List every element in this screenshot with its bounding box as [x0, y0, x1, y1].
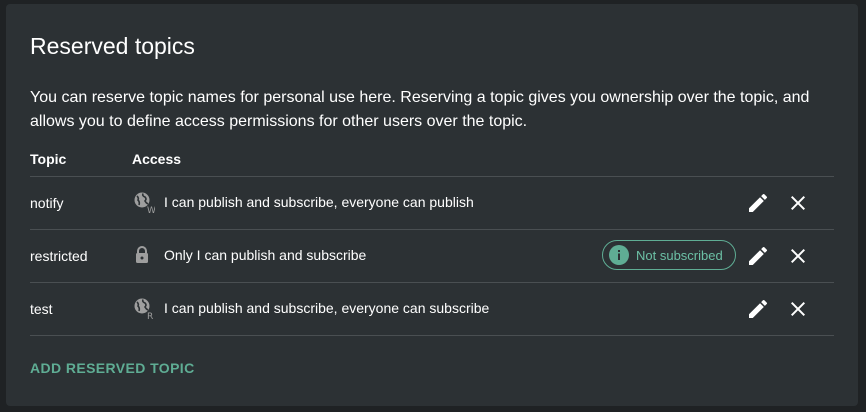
edit-icon[interactable]	[746, 297, 770, 321]
table-row: restricted Only I can publish and subscr…	[30, 230, 834, 283]
edit-icon[interactable]	[746, 244, 770, 268]
topic-name: test	[30, 301, 53, 317]
close-icon[interactable]	[786, 191, 810, 215]
reserved-topics-table: Topic Access notify W I can publish and …	[30, 144, 834, 336]
topic-name: restricted	[30, 248, 88, 264]
reserved-topics-card: Reserved topics You can reserve topic na…	[6, 4, 858, 406]
column-header-topic: Topic	[30, 151, 67, 167]
edit-icon[interactable]	[746, 191, 770, 215]
lock-icon	[133, 245, 155, 267]
table-header: Topic Access	[30, 144, 834, 177]
access-badge: R	[147, 312, 153, 320]
add-reserved-topic-button[interactable]: ADD RESERVED TOPIC	[30, 360, 195, 376]
access-description: I can publish and subscribe, everyone ca…	[164, 300, 490, 316]
topic-name: notify	[30, 195, 64, 211]
chip-label: Not subscribed	[636, 248, 723, 263]
table-row: test R I can publish and subscribe, ever…	[30, 283, 834, 336]
card-description: You can reserve topic names for personal…	[30, 89, 810, 130]
globe-write-icon: W	[133, 192, 155, 214]
access-description: I can publish and subscribe, everyone ca…	[164, 194, 474, 210]
info-icon	[609, 245, 629, 265]
card-title: Reserved topics	[30, 33, 195, 59]
close-icon[interactable]	[786, 244, 810, 268]
not-subscribed-chip: Not subscribed	[602, 240, 736, 270]
table-row: notify W I can publish and subscribe, ev…	[30, 177, 834, 230]
globe-read-icon: R	[133, 298, 155, 320]
close-icon[interactable]	[786, 297, 810, 321]
column-header-access: Access	[132, 151, 182, 167]
access-description: Only I can publish and subscribe	[164, 247, 367, 263]
access-badge: W	[147, 206, 155, 214]
